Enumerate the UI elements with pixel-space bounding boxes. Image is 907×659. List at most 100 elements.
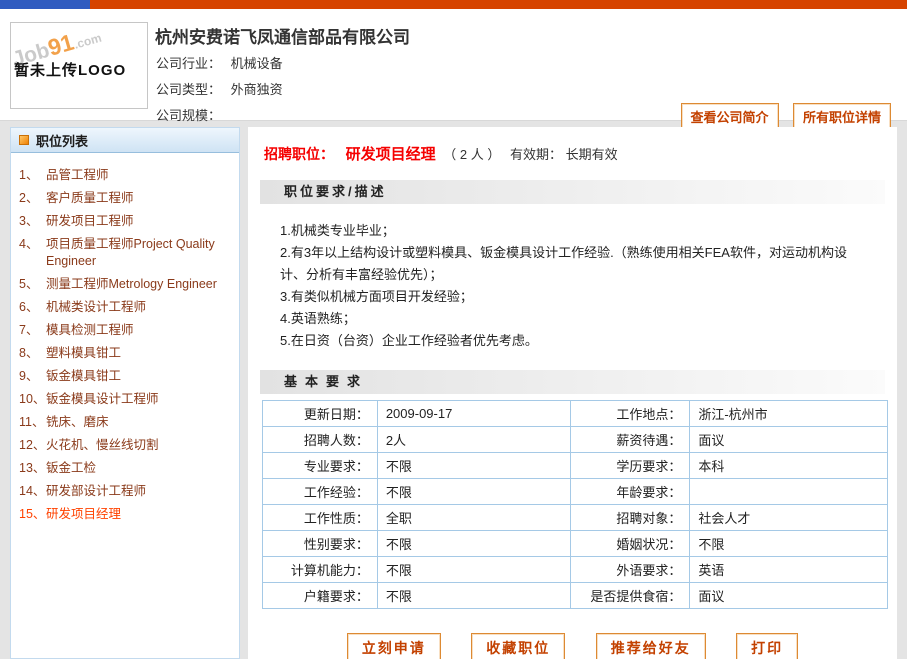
job-validity-label: 有效期：	[510, 147, 562, 162]
row-label-right: 工作地点：	[570, 401, 690, 427]
job-list-item[interactable]: 12、 火花机、慢丝线切割	[19, 434, 233, 457]
job-summary: 招聘职位： 研发项目经理 （ 2 人 ） 有效期： 长期有效	[260, 143, 885, 164]
job-list-item-label[interactable]: 钣金模具设计工程师	[46, 391, 159, 408]
bullet-square-icon	[19, 135, 29, 145]
row-value-left: 不限	[377, 531, 570, 557]
job-list-title: 职位列表	[36, 131, 88, 150]
job-action-button[interactable]: 立刻申请	[347, 633, 441, 659]
job-list-item-label[interactable]: 客户质量工程师	[46, 190, 134, 207]
job-list-item-number: 14、	[19, 483, 46, 500]
job-list-item[interactable]: 4、 项目质量工程师Project Quality Engineer	[19, 233, 233, 273]
row-value-right	[690, 479, 888, 505]
job-list-item-label[interactable]: 机械类设计工程师	[46, 299, 146, 316]
row-value-right: 面议	[690, 583, 888, 609]
job-list-item-label[interactable]: 钣金工检	[46, 460, 96, 477]
basic-requirements-rows: 更新日期： 2009-09-17 工作地点： 浙江-杭州市 招聘人数： 2人 薪…	[263, 401, 888, 609]
job-list-panel: 职位列表 1、 品管工程师 2、 客户质量工程师 3、 研发项目工程师	[10, 127, 240, 659]
job-list-item-label[interactable]: 研发项目工程师	[46, 213, 134, 230]
job-list-item[interactable]: 1、 品管工程师	[19, 164, 233, 187]
company-field-row: 公司类型： 外商独资	[156, 79, 283, 105]
row-value-right: 浙江-杭州市	[690, 401, 888, 427]
job-list-item-label[interactable]: 品管工程师	[46, 167, 109, 184]
job-list-item[interactable]: 6、 机械类设计工程师	[19, 296, 233, 319]
section-title-description: 职位要求/描述	[260, 180, 885, 204]
job-headcount: （ 2 人 ）	[443, 147, 500, 162]
job-description-line: 1.机械类专业毕业；	[280, 220, 871, 242]
row-label-right: 招聘对象：	[570, 505, 690, 531]
job-list-item[interactable]: 14、 研发部设计工程师	[19, 480, 233, 503]
job-list-item-number: 12、	[19, 437, 46, 454]
job-list-item-label[interactable]: 研发部设计工程师	[46, 483, 146, 500]
job-list-item-number: 5、	[19, 276, 46, 293]
job-list-item-label[interactable]: 模具检测工程师	[46, 322, 134, 339]
job-action-button[interactable]: 收藏职位	[471, 633, 565, 659]
row-value-right: 不限	[690, 531, 888, 557]
section-title-basic-requirements: 基本要求	[260, 370, 885, 394]
job-list-item[interactable]: 13、 钣金工检	[19, 457, 233, 480]
company-field-label: 公司行业：	[156, 56, 221, 71]
job-list-item-label[interactable]: 铣床、磨床	[46, 414, 109, 431]
row-label-left: 工作性质：	[263, 505, 378, 531]
job-list-item[interactable]: 3、 研发项目工程师	[19, 210, 233, 233]
row-label-right: 学历要求：	[570, 453, 690, 479]
watermark-number: 91	[45, 29, 77, 61]
action-buttons: 立刻申请 收藏职位 推荐给好友 打印	[260, 633, 885, 659]
top-accent-bar	[0, 0, 907, 9]
table-row: 工作经验： 不限 年龄要求：	[263, 479, 888, 505]
company-fields: 公司行业： 机械设备 公司类型： 外商独资 公司规模：	[156, 53, 283, 131]
job-list-item[interactable]: 9、 钣金模具钳工	[19, 365, 233, 388]
job-position-label: 招聘职位：	[264, 146, 334, 162]
job-list-item-label[interactable]: 测量工程师Metrology Engineer	[46, 276, 217, 293]
job-list-item[interactable]: 10、 钣金模具设计工程师	[19, 388, 233, 411]
row-value-right: 面议	[690, 427, 888, 453]
company-action-button[interactable]: 查看公司简介	[681, 103, 779, 130]
table-row: 性别要求： 不限 婚姻状况： 不限	[263, 531, 888, 557]
table-row: 计算机能力： 不限 外语要求： 英语	[263, 557, 888, 583]
job-list-item-number: 7、	[19, 322, 46, 339]
job-list-item-label[interactable]: 火花机、慢丝线切割	[46, 437, 159, 454]
row-value-left: 不限	[377, 583, 570, 609]
basic-requirements-table: 更新日期： 2009-09-17 工作地点： 浙江-杭州市 招聘人数： 2人 薪…	[262, 400, 888, 609]
job-list-item-number: 13、	[19, 460, 46, 477]
job-list-item[interactable]: 11、 铣床、磨床	[19, 411, 233, 434]
job-list-item[interactable]: 8、 塑料模具钳工	[19, 342, 233, 365]
logo-placeholder-text: 暂未上传LOGO	[14, 59, 126, 80]
job-list-item-number: 1、	[19, 167, 46, 184]
job-detail-panel: 招聘职位： 研发项目经理 （ 2 人 ） 有效期： 长期有效 职位要求/描述 1…	[248, 127, 897, 659]
job-list-item-label[interactable]: 塑料模具钳工	[46, 345, 121, 362]
row-value-left: 不限	[377, 453, 570, 479]
job-list-item-number: 11、	[19, 414, 46, 431]
job-list-item[interactable]: 5、 测量工程师Metrology Engineer	[19, 273, 233, 296]
row-label-left: 性别要求：	[263, 531, 378, 557]
job-list-item[interactable]: 15、 研发项目经理	[19, 503, 233, 526]
job-list-item-number: 9、	[19, 368, 46, 385]
row-label-left: 户籍要求：	[263, 583, 378, 609]
row-label-right: 婚姻状况：	[570, 531, 690, 557]
job-list-item-label[interactable]: 研发项目经理	[46, 506, 121, 523]
job-list-item-label[interactable]: 项目质量工程师Project Quality Engineer	[46, 236, 233, 270]
job-validity-value: 长期有效	[566, 147, 618, 162]
company-field-label: 公司规模：	[156, 108, 221, 123]
row-label-left: 计算机能力：	[263, 557, 378, 583]
company-field-value: 外商独资	[231, 82, 283, 97]
job-description-line: 2.有3年以上结构设计或塑料模具、钣金模具设计工作经验.（熟练使用相关FEA软件…	[280, 242, 871, 286]
row-label-right: 是否提供食宿：	[570, 583, 690, 609]
job-list-item[interactable]: 2、 客户质量工程师	[19, 187, 233, 210]
job-action-button[interactable]: 推荐给好友	[596, 633, 706, 659]
table-row: 专业要求： 不限 学历要求： 本科	[263, 453, 888, 479]
table-row: 工作性质： 全职 招聘对象： 社会人才	[263, 505, 888, 531]
row-label-right: 年龄要求：	[570, 479, 690, 505]
job-list-item[interactable]: 7、 模具检测工程师	[19, 319, 233, 342]
table-row: 招聘人数： 2人 薪资待遇： 面议	[263, 427, 888, 453]
job-list-header: 职位列表	[11, 128, 239, 153]
job-list-item-number: 3、	[19, 213, 46, 230]
company-name: 杭州安费诺飞凤通信部品有限公司	[155, 23, 410, 48]
company-action-button[interactable]: 所有职位详情	[793, 103, 891, 130]
job-list-item-number: 8、	[19, 345, 46, 362]
job-list-item-number: 10、	[19, 391, 46, 408]
job-action-button[interactable]: 打印	[736, 633, 798, 659]
row-label-left: 专业要求：	[263, 453, 378, 479]
main-area: 职位列表 1、 品管工程师 2、 客户质量工程师 3、 研发项目工程师	[0, 127, 907, 659]
job-description: 1.机械类专业毕业； 2.有3年以上结构设计或塑料模具、钣金模具设计工作经验.（…	[260, 204, 885, 370]
job-list-item-label[interactable]: 钣金模具钳工	[46, 368, 121, 385]
